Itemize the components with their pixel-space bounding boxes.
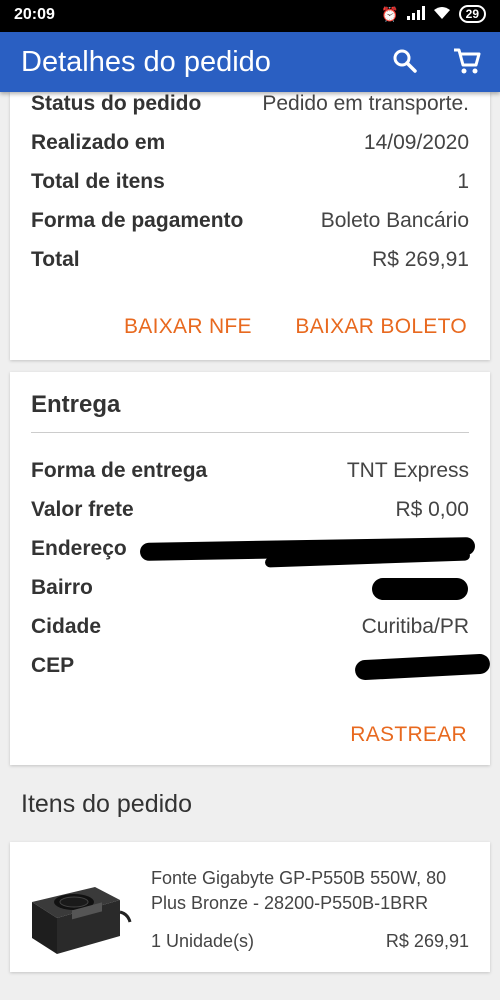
status-time: 20:09	[14, 6, 55, 23]
app-bar: Detalhes do pedido	[0, 32, 500, 92]
items-section-title: Itens do pedido	[21, 790, 192, 818]
cart-icon[interactable]	[452, 46, 484, 78]
product-name: Fonte Gigabyte GP-P550B 550W, 80 Plus Br…	[151, 868, 447, 913]
track-button[interactable]: RASTREAR	[350, 723, 467, 747]
page-title: Detalhes do pedido	[21, 46, 271, 78]
order-total-label: Total	[31, 248, 80, 271]
payment-method-label: Forma de pagamento	[31, 209, 244, 232]
zipcode-label: CEP	[31, 654, 75, 677]
delivery-method-label: Forma de entrega	[31, 459, 208, 482]
status-icons: ⏰ 29	[381, 5, 486, 23]
download-nfe-button[interactable]: BAIXAR NFE	[124, 315, 252, 339]
order-date-value: 14/09/2020	[363, 131, 469, 154]
order-status-value: Pedido em transporte.	[262, 92, 469, 115]
product-image	[10, 842, 140, 972]
product-price: R$ 269,91	[385, 931, 469, 951]
delivery-method-value: TNT Express	[346, 459, 469, 482]
order-status-label: Status do pedido	[31, 92, 202, 115]
search-icon[interactable]	[390, 46, 422, 78]
order-status-row: Status do pedido Pedido em transporte.	[31, 92, 469, 122]
delivery-card: Entrega Forma de entrega TNT Express Val…	[10, 372, 491, 765]
delivery-title: Entrega	[31, 391, 121, 418]
status-bar: 20:09 ⏰ 29	[0, 0, 500, 32]
product-quantity: 1 Unidade(s)	[151, 931, 255, 951]
city-value: Curitiba/PR	[361, 615, 469, 638]
order-items-count-label: Total de itens	[31, 170, 165, 193]
order-items-count-row: Total de itens 1	[31, 170, 469, 200]
payment-method-value: Boleto Bancário	[320, 209, 469, 232]
neighborhood-label: Bairro	[31, 576, 93, 599]
city-row: Cidade Curitiba/PR	[31, 615, 469, 645]
payment-method-row: Forma de pagamento Boleto Bancário	[31, 209, 469, 239]
order-items-count-value: 1	[457, 170, 469, 193]
signal-icon	[406, 5, 425, 23]
delivery-divider	[31, 432, 469, 433]
neighborhood-redaction	[372, 578, 468, 600]
delivery-method-row: Forma de entrega TNT Express	[31, 459, 469, 489]
alarm-icon: ⏰	[381, 5, 399, 22]
address-label: Endereço	[31, 537, 127, 560]
city-label: Cidade	[31, 615, 102, 638]
shipping-cost-row: Valor frete R$ 0,00	[31, 498, 469, 528]
order-total-row: Total R$ 269,91	[31, 248, 469, 278]
order-summary-card: Status do pedido Pedido em transporte. R…	[10, 92, 490, 360]
order-date-row: Realizado em 14/09/2020	[31, 131, 469, 161]
battery-indicator: 29	[458, 5, 486, 23]
order-item-card[interactable]: Fonte Gigabyte GP-P550B 550W, 80 Plus Br…	[10, 842, 490, 972]
shipping-cost-value: R$ 0,00	[395, 498, 469, 521]
order-date-label: Realizado em	[31, 131, 166, 154]
shipping-cost-label: Valor frete	[31, 498, 134, 521]
wifi-icon	[433, 6, 451, 23]
order-total-value: R$ 269,91	[372, 248, 469, 271]
download-boleto-button[interactable]: BAIXAR BOLETO	[295, 315, 467, 339]
